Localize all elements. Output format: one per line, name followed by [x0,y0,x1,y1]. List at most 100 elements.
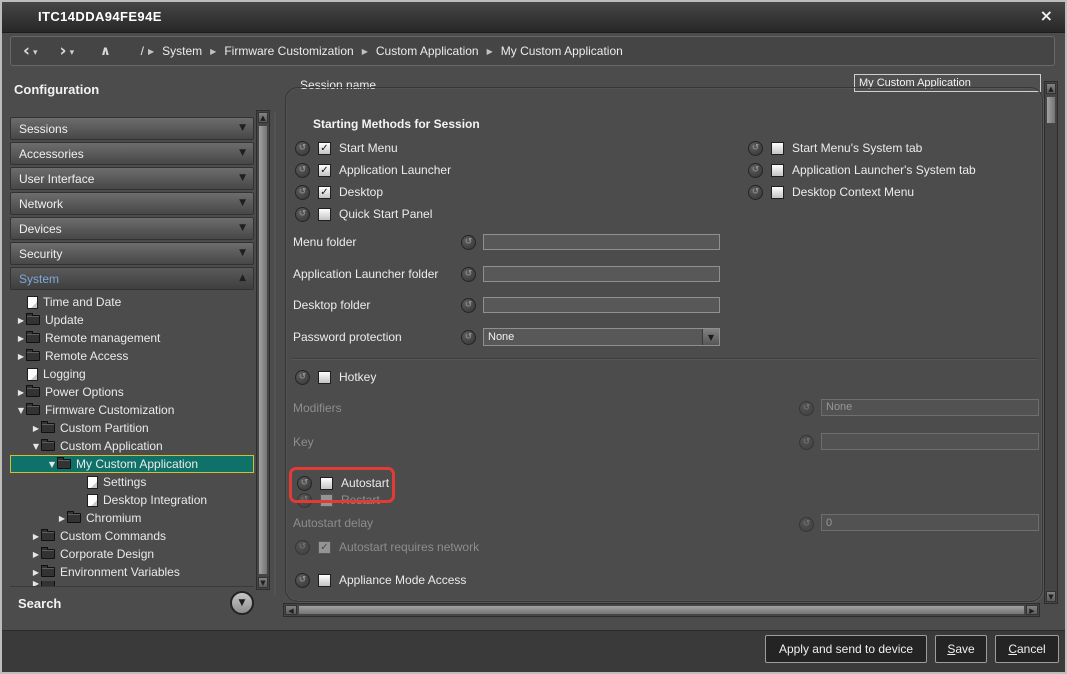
chevron-down-icon[interactable]: ▼ [239,148,246,158]
tree-item-settings[interactable]: Settings [10,473,254,491]
scroll-up-icon[interactable]: ▲ [1046,83,1056,94]
scroll-up-icon[interactable]: ▲ [258,112,268,123]
desktop-checkbox[interactable]: ✓ [318,186,331,199]
reset-icon[interactable]: ↺ [461,267,476,282]
chevron-right-icon[interactable]: ▶ [57,514,67,523]
chevron-right-icon[interactable]: ▶ [16,388,26,397]
tree-item-update[interactable]: ▶ Update [10,311,254,329]
forward-history-caret-icon[interactable]: ▾ [70,46,75,60]
chevron-down-icon[interactable]: ▼ [239,123,246,133]
tree-item-firmware-customization[interactable]: ▼ Firmware Customization [10,401,254,419]
tree-item-remote-management[interactable]: ▶ Remote management [10,329,254,347]
menu-folder-input[interactable] [483,234,720,250]
hotkey-checkbox[interactable] [318,371,331,384]
tree-item-my-custom-application[interactable]: ▼ My Custom Application [10,455,254,473]
dropdown-arrow-icon[interactable]: ▼ [702,329,719,345]
sidebar-scrollbar[interactable]: ▲ ▼ [256,110,270,590]
chevron-up-icon[interactable]: ▲ [239,273,246,283]
tree-item-custom-partition[interactable]: ▶ Custom Partition [10,419,254,437]
reset-icon[interactable]: ↺ [461,235,476,250]
start-menu-checkbox[interactable]: ✓ [318,142,331,155]
reset-icon[interactable]: ↺ [461,298,476,313]
breadcrumb-item-my-custom-application[interactable]: My Custom Application [501,44,623,58]
chevron-down-icon[interactable]: ▼ [239,198,246,208]
main-horizontal-scrollbar[interactable]: ◀ ▶ [283,603,1040,617]
sidebar-section-network[interactable]: Network ▼ [10,192,254,215]
chevron-down-icon[interactable]: ▼ [31,442,41,451]
tree-item-desktop-integration[interactable]: Desktop Integration [10,491,254,509]
tree-item-power-options[interactable]: ▶ Power Options [10,383,254,401]
chevron-right-icon[interactable]: ▶ [31,568,41,577]
chevron-right-icon[interactable]: ▶ [16,316,26,325]
desktop-context-menu-checkbox[interactable] [771,186,784,199]
chevron-right-icon[interactable]: ▶ [31,424,41,433]
tree-item-environment-variables[interactable]: ▶ Environment Variables [10,563,254,581]
breadcrumb-item-custom-application[interactable]: Custom Application [376,44,479,58]
reset-icon[interactable]: ↺ [295,163,310,178]
reset-icon[interactable]: ↺ [295,141,310,156]
save-button[interactable]: Save [935,635,987,663]
reset-icon[interactable]: ↺ [461,330,476,345]
checkbox-label: Start Menu's System tab [792,141,922,155]
tree-item-corporate-design[interactable]: ▶ Corporate Design [10,545,254,563]
chevron-down-icon[interactable]: ▼ [16,406,26,415]
tree-item-remote-access[interactable]: ▶ Remote Access [10,347,254,365]
desktop-folder-input[interactable] [483,297,720,313]
appliance-mode-access-checkbox[interactable] [318,574,331,587]
tree-item-custom-application[interactable]: ▼ Custom Application [10,437,254,455]
scrollbar-thumb[interactable] [258,125,268,575]
chevron-right-icon[interactable]: ▶ [16,334,26,343]
chevron-right-icon[interactable]: ▶ [16,352,26,361]
close-icon[interactable]: × [1040,6,1053,25]
panel-splitter[interactable] [274,112,276,595]
tree-item-logging[interactable]: Logging [10,365,254,383]
forward-icon[interactable]: › [60,42,67,60]
reset-icon[interactable]: ↺ [297,476,312,491]
chevron-down-icon[interactable]: ▼ [239,223,246,233]
tree-item-time-and-date[interactable]: Time and Date [10,293,254,311]
sidebar-section-sessions[interactable]: Sessions ▼ [10,117,254,140]
application-launcher-checkbox[interactable]: ✓ [318,164,331,177]
breadcrumb-root[interactable]: / [141,44,144,58]
sidebar-section-system[interactable]: System ▲ [10,267,254,290]
chevron-down-icon[interactable]: ▼ [47,460,57,469]
sidebar-section-security[interactable]: Security ▼ [10,242,254,265]
sidebar-section-user-interface[interactable]: User Interface ▼ [10,167,254,190]
sidebar-section-devices[interactable]: Devices ▼ [10,217,254,240]
breadcrumb-item-firmware-customization[interactable]: Firmware Customization [224,44,353,58]
scroll-down-icon[interactable]: ▼ [258,577,268,588]
scrollbar-thumb[interactable] [298,605,1025,615]
back-icon[interactable]: ‹ [23,42,30,60]
reset-icon[interactable]: ↺ [295,370,310,385]
chevron-right-icon[interactable]: ▶ [31,532,41,541]
reset-icon[interactable]: ↺ [748,141,763,156]
chevron-down-icon[interactable]: ▼ [239,173,246,183]
application-launcher-system-tab-checkbox[interactable] [771,164,784,177]
cancel-button[interactable]: Cancel [995,635,1059,663]
up-level-icon[interactable]: ∧ [100,44,111,59]
back-history-caret-icon[interactable]: ▾ [33,46,38,60]
chevron-right-icon[interactable]: ▶ [31,550,41,559]
start-menu-system-tab-checkbox[interactable] [771,142,784,155]
autostart-checkbox[interactable] [320,477,333,490]
scroll-right-icon[interactable]: ▶ [1026,605,1038,615]
breadcrumb-item-system[interactable]: System [162,44,202,58]
chevron-down-icon[interactable]: ▼ [239,248,246,258]
scrollbar-thumb[interactable] [1046,96,1056,124]
scroll-down-icon[interactable]: ▼ [1046,591,1056,602]
apply-and-send-button[interactable]: Apply and send to device [765,635,927,663]
reset-icon[interactable]: ↺ [295,207,310,222]
reset-icon[interactable]: ↺ [295,185,310,200]
scroll-left-icon[interactable]: ◀ [285,605,297,615]
application-launcher-folder-input[interactable] [483,266,720,282]
password-protection-dropdown[interactable]: None ▼ [483,328,720,346]
reset-icon[interactable]: ↺ [748,163,763,178]
quick-start-panel-checkbox[interactable] [318,208,331,221]
main-vertical-scrollbar[interactable]: ▲ ▼ [1044,81,1058,604]
sidebar-section-accessories[interactable]: Accessories ▼ [10,142,254,165]
reset-icon[interactable]: ↺ [295,573,310,588]
search-expand-icon[interactable]: ▼ [230,591,254,615]
reset-icon[interactable]: ↺ [748,185,763,200]
tree-item-chromium[interactable]: ▶ Chromium [10,509,254,527]
tree-item-custom-commands[interactable]: ▶ Custom Commands [10,527,254,545]
